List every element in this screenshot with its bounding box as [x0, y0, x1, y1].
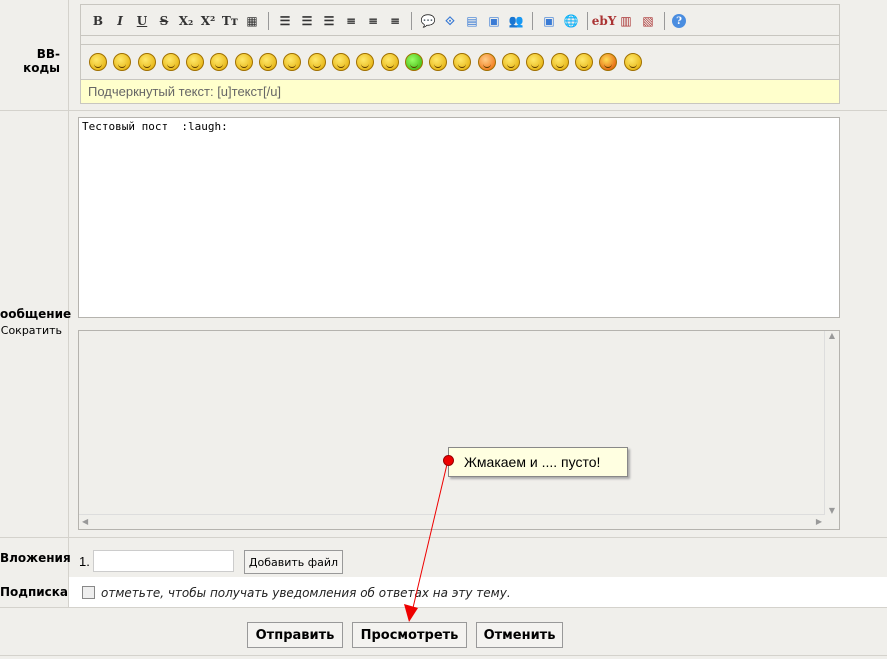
- annotation-dot: [443, 455, 454, 466]
- arrow-head: [404, 604, 418, 622]
- annotation-arrow: [404, 459, 449, 622]
- annotation-text: Жмакаем и .... пусто!: [464, 454, 601, 470]
- annotation-callout: Жмакаем и .... пусто!: [448, 447, 628, 477]
